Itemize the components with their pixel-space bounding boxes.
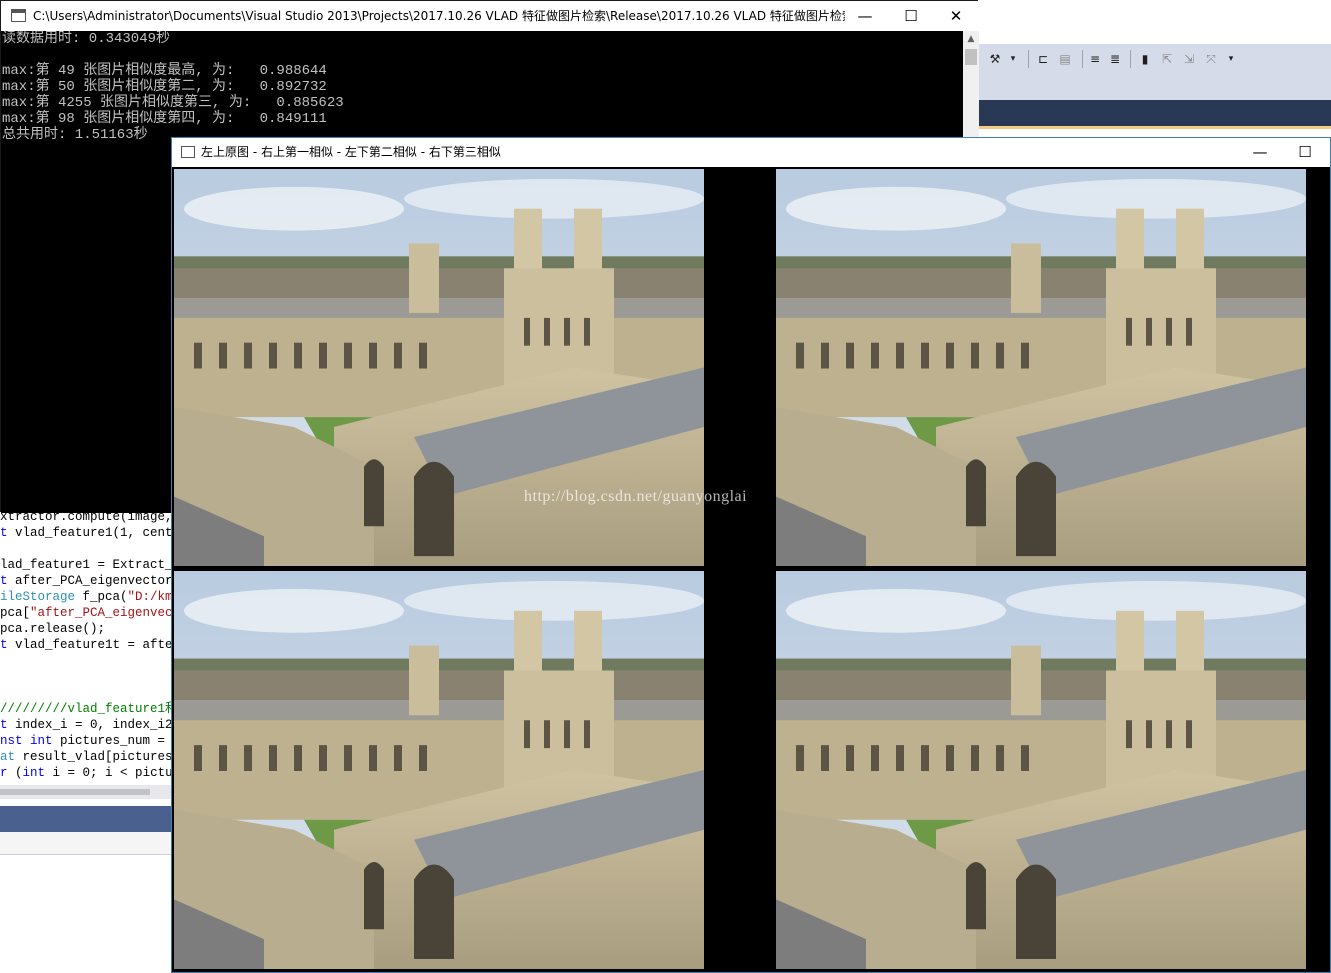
output-panel-header[interactable] — [0, 806, 172, 832]
image-window-titlebar[interactable]: 左上原图 - 右上第一相似 - 左下第二相似 - 右下第三相似 — ☐ — [172, 138, 1330, 167]
minimize-button[interactable]: — — [842, 1, 888, 31]
vs-toolbar: ⚒ ▾ ⊏ ▤ ≡ ≣ ▮ ⇱ ⇲ ⤧ ▾ — [978, 44, 1331, 74]
wrench-icon[interactable]: ⚒ — [988, 52, 1002, 66]
code-editor[interactable]: xtractor.compute(image, ke t vlad_featur… — [0, 508, 172, 790]
outdent-icon[interactable]: ▤ — [1058, 52, 1072, 66]
toolbar-separator — [1130, 50, 1131, 68]
watermark-text: http://blog.csdn.net/guanyonglai — [524, 488, 748, 505]
uncomment-icon[interactable]: ≣ — [1108, 52, 1122, 66]
close-button[interactable]: ✕ — [933, 1, 979, 31]
code-line: t after_PCA_eigenvectors; — [0, 574, 172, 588]
console-line: 读数据用时: 0.343049秒 — [2, 31, 171, 47]
vs-tab-accent — [978, 126, 1331, 129]
code-line: t vlad_feature1t = after_ — [0, 638, 172, 652]
clear-bookmark-icon[interactable]: ⤧ — [1204, 52, 1218, 66]
scrollbar-thumb[interactable] — [0, 789, 150, 795]
code-line: r (int i = 0; i < picture — [0, 766, 172, 780]
scrollbar-thumb[interactable] — [965, 49, 977, 65]
console-line: max:第 98 张图片相似度第四, 为: 0.849111 — [2, 111, 327, 127]
console-line: max:第 50 张图片相似度第二, 为: 0.892732 — [2, 79, 327, 95]
maximize-button[interactable]: ☐ — [1282, 138, 1328, 167]
code-line: pca["after_PCA_eigenvecto — [0, 606, 172, 620]
console-app-icon — [11, 9, 26, 22]
scroll-up-arrow-icon[interactable]: ▲ — [963, 31, 979, 47]
link-icon[interactable]: ⊏ — [1036, 52, 1050, 66]
console-line: 总共用时: 1.51163秒 — [2, 127, 148, 143]
console-line: max:第 4255 张图片相似度第三, 为: 0.885623 — [2, 95, 344, 111]
query-image — [174, 169, 704, 566]
code-line: t index_i = 0, index_i2 = — [0, 718, 172, 732]
code-line: /////////vlad_feature1和库 — [0, 702, 172, 716]
image-window-app-icon — [181, 146, 195, 158]
image-result-window: 左上原图 - 右上第一相似 - 左下第二相似 - 右下第三相似 — ☐ — [171, 137, 1331, 973]
bookmark-icon[interactable]: ▮ — [1138, 52, 1152, 66]
code-line: t vlad_feature1(1, center — [0, 526, 172, 540]
top2-similar-image — [174, 571, 704, 969]
console-line: max:第 49 张图片相似度最高, 为: 0.988644 — [2, 63, 327, 79]
maximize-button[interactable]: ☐ — [888, 1, 934, 31]
minimize-button[interactable]: — — [1237, 138, 1283, 167]
code-line: pca.release(); — [0, 622, 106, 636]
comment-icon[interactable]: ≡ — [1088, 52, 1102, 66]
code-line: at result_vlad[pictures_ — [0, 750, 172, 764]
top3-similar-image — [776, 571, 1306, 969]
toolbar-separator — [1082, 50, 1083, 68]
console-titlebar[interactable]: C:\Users\Administrator\Documents\Visual … — [1, 1, 979, 31]
code-line: lad_feature1 = Extract_VLA — [0, 558, 172, 572]
code-line: nst int pictures_num = 50 — [0, 734, 166, 748]
vs-document-tab-strip[interactable] — [978, 100, 1331, 128]
output-panel-tabs[interactable] — [0, 832, 172, 855]
console-title: C:\Users\Administrator\Documents\Visual … — [33, 9, 845, 23]
toolbar-overflow-icon[interactable]: ▾ — [1224, 52, 1238, 66]
prev-bookmark-icon[interactable]: ⇱ — [1160, 52, 1174, 66]
code-line: ileStorage f_pca("D:/kmean — [0, 590, 172, 604]
top1-similar-image — [776, 169, 1306, 566]
editor-horizontal-scrollbar[interactable] — [0, 785, 172, 799]
vs-menu-band — [978, 74, 1331, 100]
dropdown-arrow-icon[interactable]: ▾ — [1006, 52, 1020, 66]
next-bookmark-icon[interactable]: ⇲ — [1182, 52, 1196, 66]
image-window-title: 左上原图 - 右上第一相似 - 左下第二相似 - 右下第三相似 — [201, 145, 501, 159]
toolbar-separator — [1028, 50, 1029, 68]
